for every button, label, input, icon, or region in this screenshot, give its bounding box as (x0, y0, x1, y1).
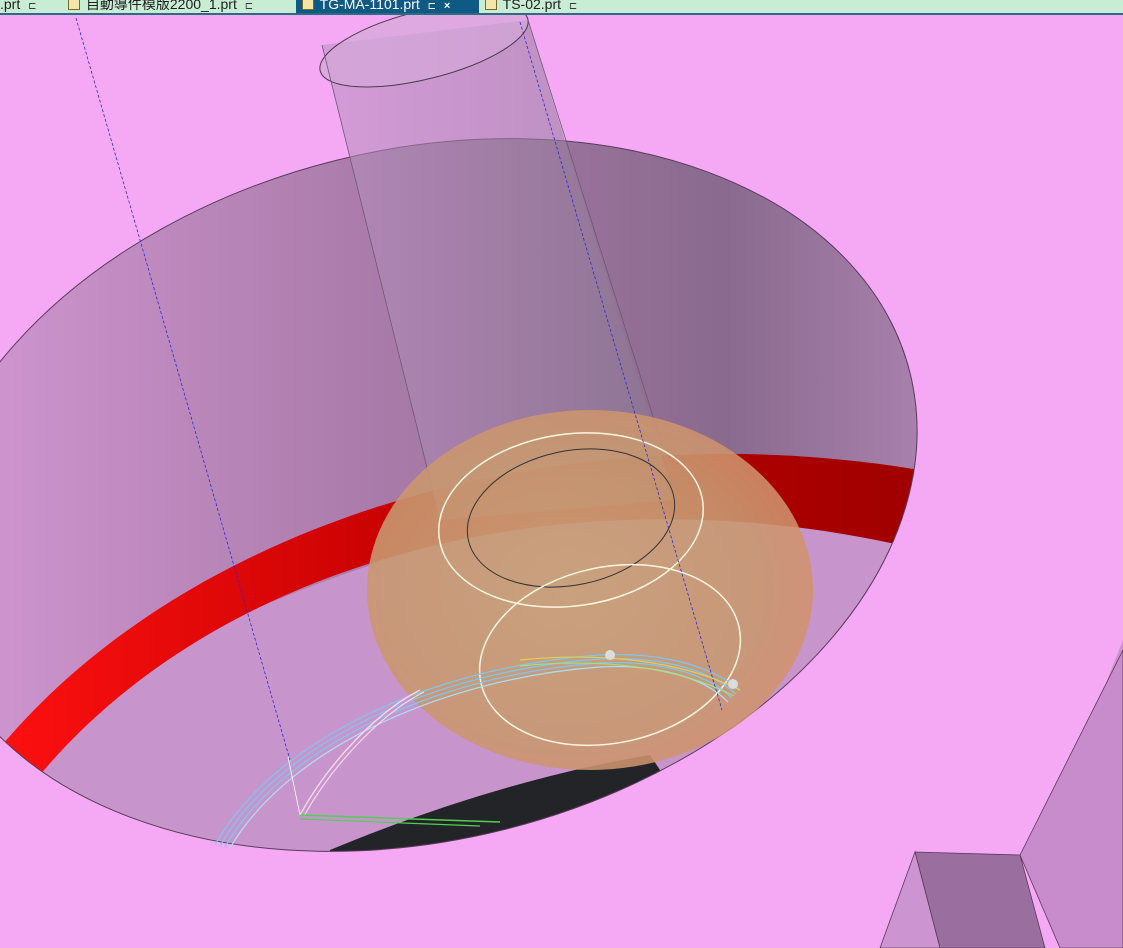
tab-prt-partial[interactable]: .prt ⊏ (0, 0, 43, 13)
pin-icon[interactable]: ⊏ (28, 0, 36, 13)
sphere-body[interactable] (367, 410, 813, 770)
tab-ts-02[interactable]: TS-02.prt ⊏ (479, 0, 583, 13)
pin-icon[interactable]: ⊏ (569, 0, 577, 13)
tab-template-2200[interactable]: 自動導件模版2200_1.prt ⊏ (62, 0, 259, 13)
close-icon[interactable]: × (444, 0, 450, 13)
tab-label: TG-MA-1101.prt (319, 0, 420, 12)
toolpath-control-point[interactable] (605, 650, 615, 660)
part-file-icon (302, 0, 314, 10)
part-file-icon (485, 0, 497, 10)
toolpath-control-point[interactable] (728, 679, 738, 689)
document-tab-bar: .prt ⊏ 自動導件模版2200_1.prt ⊏ TG-MA-1101.prt… (0, 0, 1123, 15)
part-file-icon (68, 0, 80, 10)
cad-scene[interactable] (0, 15, 1123, 948)
tab-tg-ma-1101[interactable]: TG-MA-1101.prt ⊏ × (296, 0, 479, 13)
graphics-viewport[interactable] (0, 15, 1123, 948)
pin-icon[interactable]: ⊏ (428, 0, 436, 13)
tab-label: TS-02.prt (502, 0, 561, 12)
tab-label: 自動導件模版2200_1.prt (85, 0, 237, 12)
tab-label: .prt (0, 0, 21, 12)
pin-icon[interactable]: ⊏ (245, 0, 253, 13)
